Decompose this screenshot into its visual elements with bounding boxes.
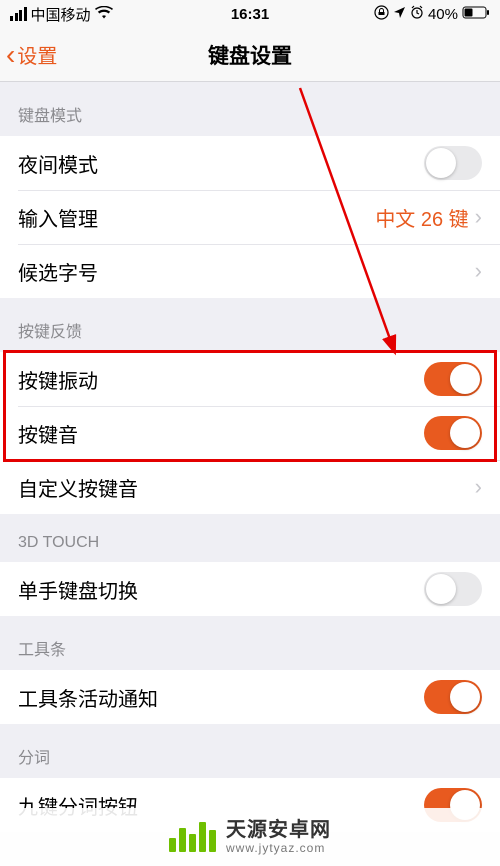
row-custom-sound[interactable]: 自定义按键音 › (0, 460, 500, 514)
page-title: 键盘设置 (208, 40, 292, 70)
chevron-right-icon: › (475, 474, 482, 500)
battery-icon (462, 6, 490, 23)
chevron-right-icon: › (475, 258, 482, 284)
status-right: 40% (374, 5, 490, 24)
section-header-toolbar: 工具条 (0, 616, 500, 670)
alarm-icon (410, 5, 424, 23)
orientation-lock-icon (374, 5, 389, 24)
status-time: 16:31 (231, 6, 269, 23)
watermark-url: www.jytyaz.com (226, 842, 331, 856)
watermark-logo-icon (169, 822, 216, 852)
input-mgmt-value: 中文 26 键 (375, 203, 468, 232)
watermark-title: 天源安卓网 (226, 819, 331, 842)
status-left: 中国移动 (10, 4, 113, 25)
sound-toggle[interactable] (424, 416, 482, 450)
custom-sound-label: 自定义按键音 (18, 473, 475, 502)
section-header-feedback: 按键反馈 (0, 298, 500, 352)
row-key-sound[interactable]: 按键音 (0, 406, 500, 460)
row-night-mode[interactable]: 夜间模式 (0, 136, 500, 190)
row-onehand[interactable]: 单手键盘切换 (0, 562, 500, 616)
nav-bar: ‹ 设置 键盘设置 (0, 28, 500, 82)
location-icon (393, 6, 406, 23)
watermark: 天源安卓网 www.jytyaz.com (0, 808, 500, 866)
vibrate-label: 按键振动 (18, 365, 424, 394)
vibrate-toggle[interactable] (424, 362, 482, 396)
carrier-label: 中国移动 (31, 4, 91, 25)
chevron-left-icon: ‹ (6, 41, 15, 69)
row-input-management[interactable]: 输入管理 中文 26 键 › (0, 190, 500, 244)
row-key-vibrate[interactable]: 按键振动 (0, 352, 500, 406)
sound-label: 按键音 (18, 419, 424, 448)
back-button[interactable]: ‹ 设置 (0, 40, 57, 69)
onehand-toggle[interactable] (424, 572, 482, 606)
section-header-mode: 键盘模式 (0, 82, 500, 136)
night-mode-label: 夜间模式 (18, 149, 424, 178)
row-candidate-size[interactable]: 候选字号 › (0, 244, 500, 298)
toolbar-activity-toggle[interactable] (424, 680, 482, 714)
onehand-label: 单手键盘切换 (18, 575, 424, 604)
status-bar: 中国移动 16:31 40% (0, 0, 500, 28)
section-header-segment: 分词 (0, 724, 500, 778)
content-scroll[interactable]: 键盘模式 夜间模式 输入管理 中文 26 键 › 候选字号 › 按键反馈 按键振… (0, 82, 500, 832)
candidate-label: 候选字号 (18, 257, 475, 286)
back-label: 设置 (17, 40, 57, 69)
night-mode-toggle[interactable] (424, 146, 482, 180)
row-toolbar-activity[interactable]: 工具条活动通知 (0, 670, 500, 724)
battery-percent: 40% (428, 6, 458, 23)
wifi-icon (95, 6, 113, 23)
section-header-3dtouch: 3D TOUCH (0, 514, 500, 562)
signal-icon (10, 7, 27, 21)
input-mgmt-label: 输入管理 (18, 203, 375, 232)
toolbar-activity-label: 工具条活动通知 (18, 683, 424, 712)
chevron-right-icon: › (475, 204, 482, 230)
